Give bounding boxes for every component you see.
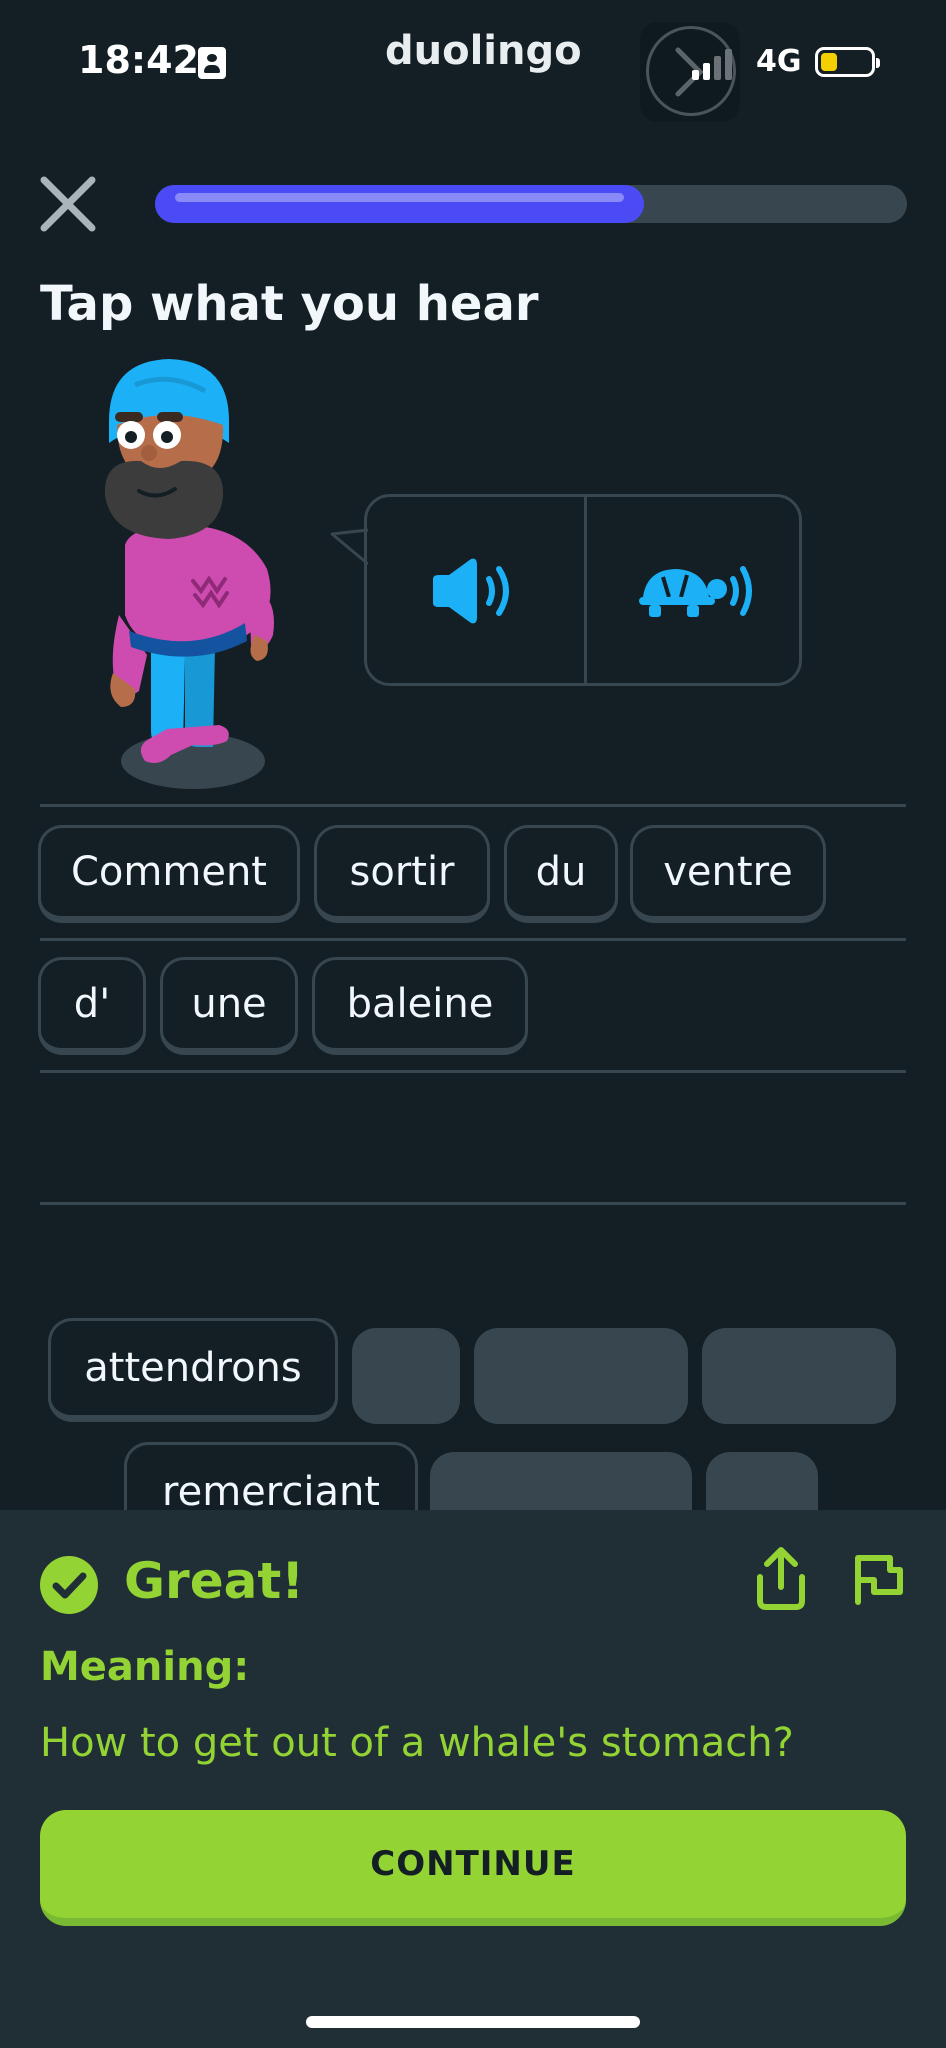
answer-word-chip[interactable]: Comment bbox=[38, 825, 300, 923]
answer-line bbox=[40, 1070, 906, 1073]
status-app-name: duolingo bbox=[385, 28, 582, 74]
status-time: 18:42 bbox=[78, 38, 199, 82]
answer-word-chip[interactable]: du bbox=[504, 825, 618, 923]
battery-icon bbox=[815, 47, 880, 77]
character-illustration bbox=[104, 359, 274, 789]
play-slow-audio-button[interactable] bbox=[587, 497, 799, 683]
answer-word-chip[interactable]: ventre bbox=[630, 825, 826, 923]
home-indicator bbox=[306, 2016, 640, 2028]
lesson-progress-bar bbox=[155, 185, 907, 223]
check-circle-icon bbox=[40, 1556, 98, 1614]
meaning-label: Meaning: bbox=[40, 1644, 250, 1690]
answer-line bbox=[40, 1202, 906, 1205]
speech-bubble-tail bbox=[330, 528, 368, 566]
turtle-speaker-icon bbox=[639, 566, 752, 617]
share-icon[interactable] bbox=[752, 1545, 810, 1611]
speaker-icon bbox=[433, 558, 509, 624]
signal-icon bbox=[692, 49, 732, 80]
word-bank-empty-slot bbox=[702, 1328, 896, 1424]
network-type: 4G bbox=[756, 44, 802, 79]
word-bank-empty-slot bbox=[352, 1328, 460, 1424]
play-audio-button[interactable] bbox=[367, 497, 584, 683]
portrait-lock-icon bbox=[198, 47, 226, 79]
word-bank-chip[interactable]: attendrons bbox=[48, 1318, 338, 1422]
continue-button[interactable]: CONTINUE bbox=[40, 1810, 906, 1926]
speech-bubble bbox=[364, 494, 802, 686]
answer-word-chip[interactable]: sortir bbox=[314, 825, 490, 923]
answer-word-chip[interactable]: d' bbox=[38, 957, 146, 1055]
answer-word-chip[interactable]: une bbox=[160, 957, 298, 1055]
answer-word-chip[interactable]: baleine bbox=[312, 957, 528, 1055]
exercise-title: Tap what you hear bbox=[40, 276, 539, 332]
flag-icon[interactable] bbox=[850, 1548, 906, 1608]
answer-line bbox=[40, 938, 906, 941]
meaning-translation: How to get out of a whale's stomach? bbox=[40, 1720, 794, 1766]
feedback-status: Great! bbox=[124, 1552, 305, 1610]
word-bank-empty-slot bbox=[474, 1328, 688, 1424]
answer-line bbox=[40, 804, 906, 807]
lesson-progress-fill bbox=[155, 185, 644, 223]
close-icon[interactable] bbox=[36, 172, 100, 236]
